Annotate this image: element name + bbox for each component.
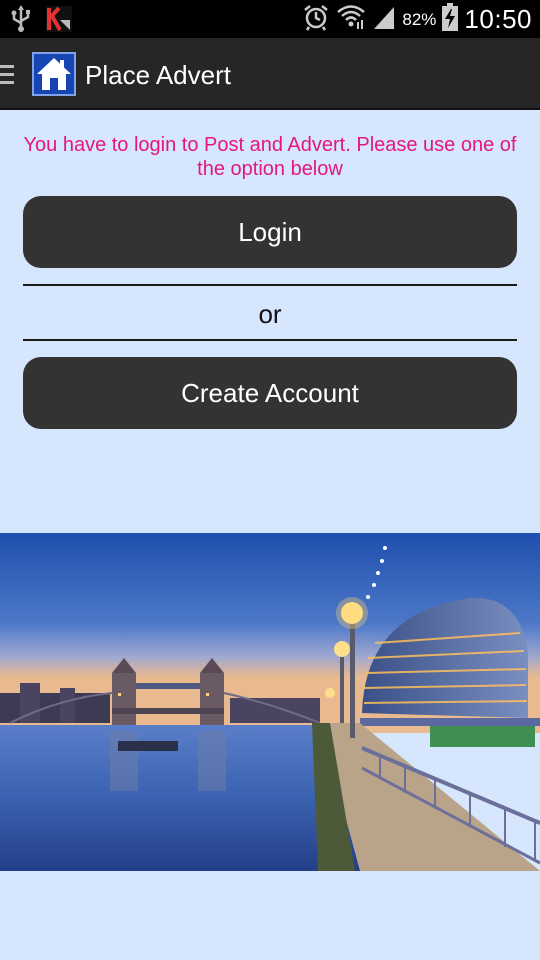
battery-charging-icon <box>442 3 459 36</box>
wifi-icon <box>336 4 366 35</box>
battery-percent: 82% <box>402 9 437 29</box>
signal-icon <box>372 4 396 35</box>
kaspersky-icon <box>46 6 72 37</box>
clock-time: 10:50 <box>464 4 532 34</box>
login-button[interactable]: Login <box>23 196 517 268</box>
or-separator: or <box>258 299 282 329</box>
london-skyline-photo <box>0 533 540 871</box>
menu-icon[interactable] <box>0 65 14 85</box>
divider <box>23 339 517 341</box>
status-bar: 82% 10:50 <box>0 0 540 38</box>
home-icon[interactable] <box>32 52 76 96</box>
action-bar: Place Advert <box>0 38 540 110</box>
divider <box>23 284 517 286</box>
create-account-button[interactable]: Create Account <box>23 357 517 429</box>
alarm-icon <box>302 3 330 36</box>
usb-icon <box>10 5 32 38</box>
login-required-notice: You have to login to Post and Advert. Pl… <box>23 134 517 180</box>
page-title: Place Advert <box>85 60 231 90</box>
